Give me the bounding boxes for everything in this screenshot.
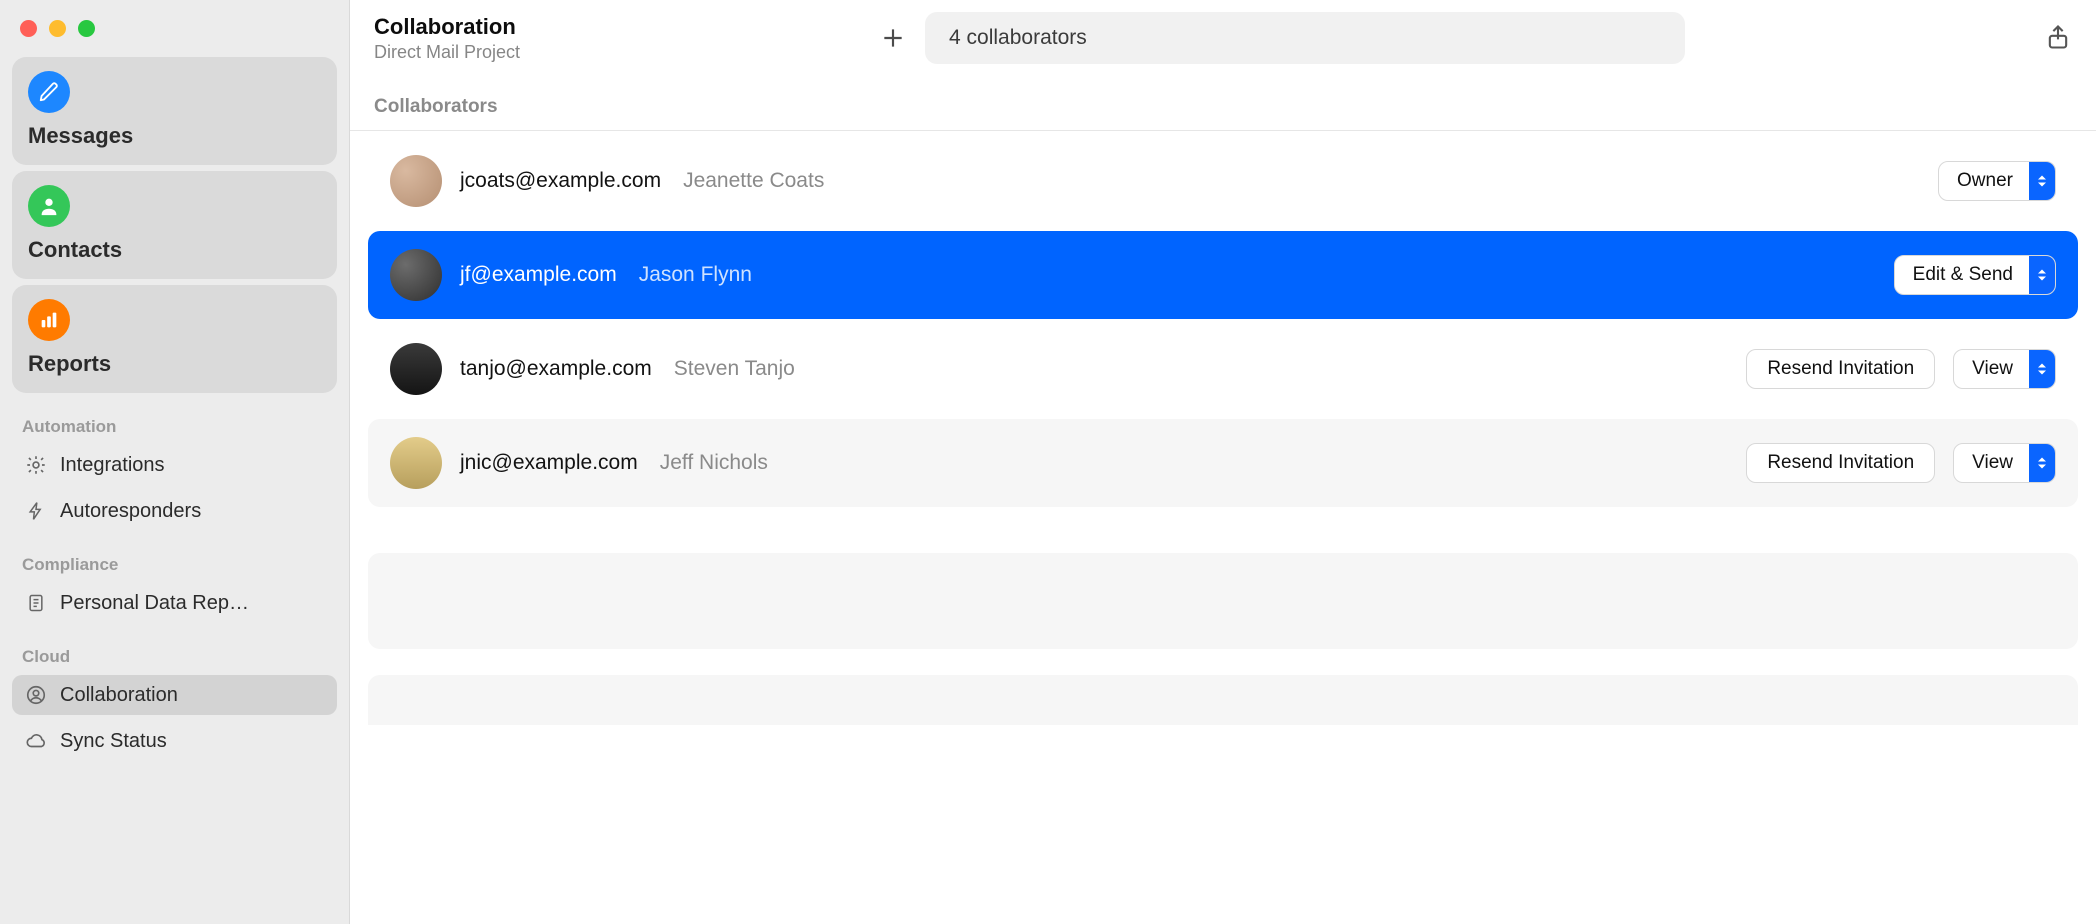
role-select-label: Edit & Send	[1895, 256, 2029, 294]
role-select-label: Owner	[1939, 162, 2029, 200]
plus-icon	[880, 25, 906, 51]
collaborator-name: Jason Flynn	[639, 263, 752, 287]
cloud-icon	[24, 729, 48, 753]
page-title: Collaboration	[374, 14, 520, 40]
sidebar-card-contacts[interactable]: Contacts	[12, 171, 337, 279]
collaborator-name: Jeanette Coats	[683, 169, 824, 193]
window-maximize-button[interactable]	[78, 20, 95, 37]
avatar	[390, 249, 442, 301]
role-select-label: View	[1954, 444, 2029, 482]
toolbar: Collaboration Direct Mail Project 4 coll…	[350, 0, 2096, 74]
role-select[interactable]: View	[1953, 349, 2056, 389]
window-minimize-button[interactable]	[49, 20, 66, 37]
resend-invitation-button[interactable]: Resend Invitation	[1746, 443, 1935, 483]
window-traffic-lights	[12, 14, 337, 51]
collaborator-row[interactable]: jcoats@example.com Jeanette Coats Owner	[368, 137, 2078, 225]
gear-icon	[24, 453, 48, 477]
sidebar-item-label: Personal Data Rep…	[60, 592, 249, 615]
chevron-up-down-icon	[2029, 256, 2055, 294]
collaborator-name: Jeff Nichols	[660, 451, 768, 475]
section-title-collaborators: Collaborators	[350, 74, 2096, 130]
collaborator-name: Steven Tanjo	[674, 357, 795, 381]
sidebar-card-label: Messages	[28, 123, 321, 149]
collaborator-row[interactable]: jnic@example.com Jeff Nichols Resend Invit…	[368, 419, 2078, 507]
sidebar-item-collaboration[interactable]: Collaboration	[12, 675, 337, 715]
document-icon	[24, 591, 48, 615]
share-button[interactable]	[2044, 22, 2072, 55]
collaborator-email: jcoats@example.com	[460, 169, 661, 193]
sidebar-card-label: Contacts	[28, 237, 321, 263]
sidebar-card-messages[interactable]: Messages	[12, 57, 337, 165]
chevron-up-down-icon	[2029, 444, 2055, 482]
add-collaborator-button[interactable]	[879, 24, 907, 52]
main-content: Collaboration Direct Mail Project 4 coll…	[350, 0, 2096, 924]
empty-panel	[368, 553, 2078, 649]
collaborator-email: tanjo@example.com	[460, 357, 652, 381]
avatar	[390, 155, 442, 207]
avatar	[390, 437, 442, 489]
sidebar-item-personal-data-report[interactable]: Personal Data Rep…	[12, 583, 337, 623]
chart-icon	[28, 299, 70, 341]
sidebar-item-label: Sync Status	[60, 730, 167, 753]
share-icon	[2044, 22, 2072, 52]
sidebar: Messages Contacts Reports Automation Int…	[0, 0, 350, 924]
avatar	[390, 343, 442, 395]
bolt-icon	[24, 499, 48, 523]
sidebar-card-reports[interactable]: Reports	[12, 285, 337, 393]
sidebar-item-sync-status[interactable]: Sync Status	[12, 721, 337, 761]
collaborator-row[interactable]: tanjo@example.com Steven Tanjo Resend Invi…	[368, 325, 2078, 413]
page-title-block: Collaboration Direct Mail Project	[374, 14, 520, 63]
resend-invitation-button[interactable]: Resend Invitation	[1746, 349, 1935, 389]
pencil-icon	[28, 71, 70, 113]
sidebar-item-autoresponders[interactable]: Autoresponders	[12, 491, 337, 531]
collaborator-count-text: 4 collaborators	[949, 26, 1087, 49]
sidebar-item-label: Collaboration	[60, 684, 178, 707]
sidebar-section-cloud: Cloud	[12, 629, 337, 669]
sidebar-card-label: Reports	[28, 351, 321, 377]
sidebar-section-automation: Automation	[12, 399, 337, 439]
page-subtitle: Direct Mail Project	[374, 42, 520, 63]
sidebar-item-integrations[interactable]: Integrations	[12, 445, 337, 485]
role-select-label: View	[1954, 350, 2029, 388]
window-close-button[interactable]	[20, 20, 37, 37]
collaborator-email: jf@example.com	[460, 263, 617, 287]
contact-icon	[28, 185, 70, 227]
role-select[interactable]: Owner	[1938, 161, 2056, 201]
role-select[interactable]: View	[1953, 443, 2056, 483]
sidebar-item-label: Integrations	[60, 454, 165, 477]
collaborator-count-pill[interactable]: 4 collaborators	[925, 12, 1685, 64]
person-circle-icon	[24, 683, 48, 707]
chevron-up-down-icon	[2029, 350, 2055, 388]
empty-panel	[368, 675, 2078, 725]
collaborator-row[interactable]: jf@example.com Jason Flynn Edit & Send	[368, 231, 2078, 319]
sidebar-item-label: Autoresponders	[60, 500, 201, 523]
collaborator-email: jnic@example.com	[460, 451, 638, 475]
chevron-up-down-icon	[2029, 162, 2055, 200]
collaborators-list: jcoats@example.com Jeanette Coats Owner jf@…	[350, 131, 2096, 513]
sidebar-section-compliance: Compliance	[12, 537, 337, 577]
role-select[interactable]: Edit & Send	[1894, 255, 2056, 295]
